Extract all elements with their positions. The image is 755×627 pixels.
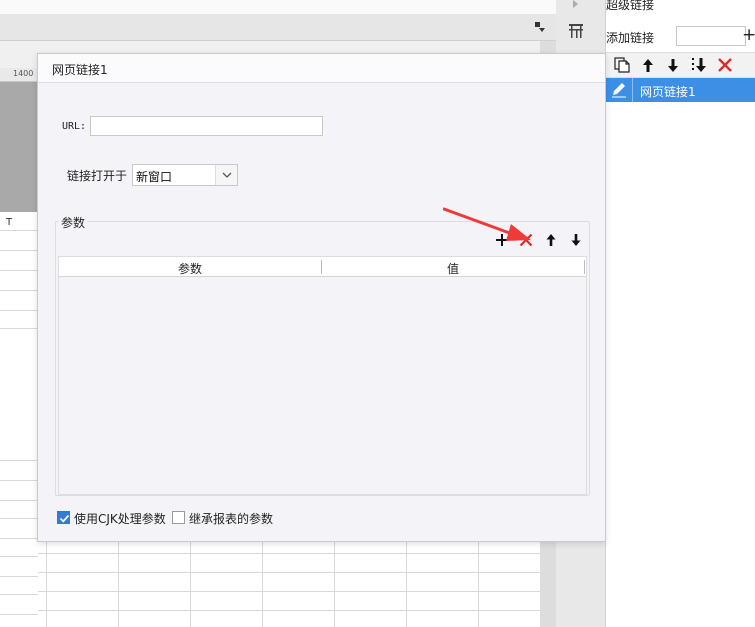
use-cjk-label: 使用CJK处理参数 <box>74 512 166 526</box>
delete-link-icon[interactable] <box>716 56 734 74</box>
add-link-label: 添加链接 <box>606 31 655 45</box>
move-down-icon[interactable] <box>664 56 682 74</box>
open-target-value: 新窗口 <box>136 170 173 184</box>
column-ruler: 1400 <box>0 68 38 82</box>
move-bottom-icon[interactable] <box>690 56 708 74</box>
annotation-arrow-icon <box>443 207 531 241</box>
open-target-select[interactable]: 新窗口 <box>132 164 238 186</box>
link-list-item-label: 网页链接1 <box>640 85 696 99</box>
inherit-params-checkbox[interactable] <box>172 511 185 524</box>
add-link-button[interactable]: + <box>742 25 755 45</box>
params-group-title: 参数 <box>59 214 88 231</box>
column-header-letter: T <box>6 217 13 228</box>
dialog-title: 网页链接1 <box>52 63 108 77</box>
params-table: 参数 值 <box>58 256 587 495</box>
designer-toolbar <box>0 14 556 41</box>
dialog-title-bar: 网页链接1 <box>38 54 605 83</box>
copy-icon[interactable] <box>613 56 631 74</box>
sheet-grid-bottom <box>38 542 540 627</box>
link-list-toolbar <box>606 52 755 78</box>
param-move-up-icon[interactable] <box>543 232 559 248</box>
hyperlink-panel: 超级链接 添加链接 + 网页链接1 <box>606 0 755 627</box>
open-target-dropdown-button[interactable] <box>215 165 237 185</box>
url-input[interactable] <box>90 116 323 136</box>
frozen-area <box>0 82 38 212</box>
chevron-down-icon <box>222 172 232 178</box>
inherit-params-label: 继承报表的参数 <box>189 512 274 526</box>
panel-title: 超级链接 <box>606 0 655 12</box>
dropdown-corner-icon[interactable] <box>534 21 546 33</box>
param-move-down-icon[interactable] <box>568 232 584 248</box>
top-menu-bar <box>0 0 556 14</box>
column-header-value: 值 <box>446 262 459 276</box>
checkmark-icon <box>59 514 70 523</box>
params-table-header: 参数 值 <box>59 257 586 277</box>
use-cjk-checkbox[interactable] <box>57 511 70 524</box>
move-up-icon[interactable] <box>639 56 657 74</box>
sheet-column-strip: T <box>0 212 38 627</box>
pencil-icon <box>612 83 626 98</box>
add-link-dropdown[interactable] <box>676 26 746 46</box>
layout-icon[interactable] <box>567 22 585 40</box>
collapse-arrow-icon[interactable] <box>573 0 578 8</box>
web-link-dialog: 网页链接1 URL: 链接打开于 新窗口 参数 参数 值 使用CJK处理参数 继… <box>37 53 606 542</box>
edit-link-button[interactable] <box>606 78 633 102</box>
open-target-label: 链接打开于 <box>67 169 128 183</box>
column-header-param: 参数 <box>177 262 202 276</box>
ruler-mark: 1400 <box>13 69 34 78</box>
link-list-item[interactable]: 网页链接1 <box>606 78 755 102</box>
url-label: URL: <box>62 121 87 132</box>
